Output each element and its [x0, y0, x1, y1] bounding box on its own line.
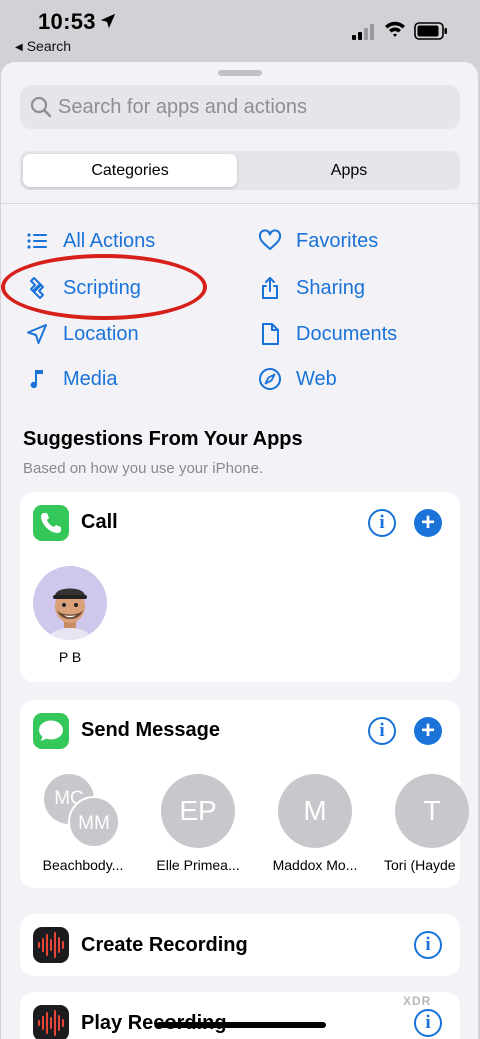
send-message-card: Send Message i + MC MM Beachbody... EP E… — [20, 700, 469, 888]
category-sharing[interactable]: Sharing — [257, 273, 365, 303]
document-icon — [257, 322, 283, 346]
avatar-ep[interactable]: EP — [161, 774, 235, 848]
avatar-m[interactable]: M — [278, 774, 352, 848]
category-label: Documents — [296, 322, 398, 345]
share-icon — [257, 276, 283, 300]
location-arrow-icon — [100, 13, 116, 29]
contact-name: Tori (Hayde — [384, 857, 456, 873]
status-bar: 10:53 ◀ Search — [0, 0, 480, 62]
sheet-grabber[interactable] — [218, 70, 262, 76]
category-label: Web — [296, 367, 337, 390]
heart-icon — [257, 229, 283, 253]
contact-name: Maddox Mo... — [272, 857, 358, 873]
status-time: 10:53 — [38, 9, 96, 34]
call-card: Call i + P B — [20, 492, 460, 682]
suggestions-subtitle: Based on how you use your iPhone. — [23, 460, 264, 477]
category-label: Sharing — [296, 276, 365, 299]
call-title: Call — [81, 511, 118, 533]
back-to-search-link[interactable]: ◀ Search — [15, 38, 71, 54]
voice-memos-icon — [33, 927, 69, 963]
search-bar[interactable] — [20, 85, 460, 129]
messages-app-icon — [33, 713, 69, 749]
avatar-front: MM — [68, 796, 120, 848]
create-recording-info-button[interactable]: i — [414, 931, 442, 959]
phone-app-icon — [33, 505, 69, 541]
category-label: Media — [63, 367, 118, 390]
category-media[interactable]: Media — [24, 364, 117, 394]
avatar-t[interactable]: T — [395, 774, 469, 848]
category-web[interactable]: Web — [257, 364, 337, 394]
category-all-actions[interactable]: All Actions — [24, 226, 155, 256]
cellular-signal-icon — [352, 24, 374, 40]
play-recording-info-button[interactable]: i — [414, 1009, 442, 1037]
call-info-button[interactable]: i — [368, 509, 396, 537]
compass-icon — [257, 367, 283, 391]
create-recording-title: Create Recording — [81, 934, 248, 956]
xda-watermark: XDR — [403, 994, 432, 1008]
memoji-avatar[interactable] — [33, 566, 107, 640]
category-label: Location — [63, 322, 139, 345]
contact-name: Beachbody... — [42, 857, 124, 873]
contact-name: Elle Primea... — [156, 857, 240, 873]
search-icon — [30, 96, 52, 118]
location-icon — [24, 322, 50, 346]
category-label: All Actions — [63, 229, 156, 252]
divider — [1, 203, 478, 204]
send-message-title: Send Message — [81, 719, 220, 741]
call-add-button[interactable]: + — [414, 509, 442, 537]
category-location[interactable]: Location — [24, 319, 139, 349]
wifi-icon — [385, 21, 405, 37]
category-favorites[interactable]: Favorites — [257, 226, 378, 256]
category-label: Favorites — [296, 229, 379, 252]
home-indicator[interactable] — [156, 1022, 326, 1028]
create-recording-card[interactable]: Create Recording i — [20, 914, 460, 976]
tab-categories[interactable]: Categories — [23, 154, 237, 187]
search-input[interactable] — [58, 85, 448, 129]
category-documents[interactable]: Documents — [257, 319, 397, 349]
voice-memos-icon — [33, 1005, 69, 1039]
red-highlight-circle — [1, 254, 207, 320]
contact-name: P B — [58, 649, 82, 665]
suggestions-title: Suggestions From Your Apps — [23, 428, 303, 450]
actions-sheet: Categories Apps All Actions Favorites Sc… — [1, 62, 478, 1039]
message-add-button[interactable]: + — [414, 717, 442, 745]
segmented-control: Categories Apps — [20, 151, 460, 190]
list-icon — [24, 229, 50, 253]
play-recording-card[interactable]: Play Recording i — [20, 992, 460, 1039]
back-label: Search — [26, 38, 72, 54]
music-note-icon — [24, 367, 50, 391]
tab-apps[interactable]: Apps — [242, 154, 456, 187]
battery-icon — [414, 22, 447, 40]
message-info-button[interactable]: i — [368, 717, 396, 745]
back-triangle-icon: ◀ — [15, 42, 23, 53]
